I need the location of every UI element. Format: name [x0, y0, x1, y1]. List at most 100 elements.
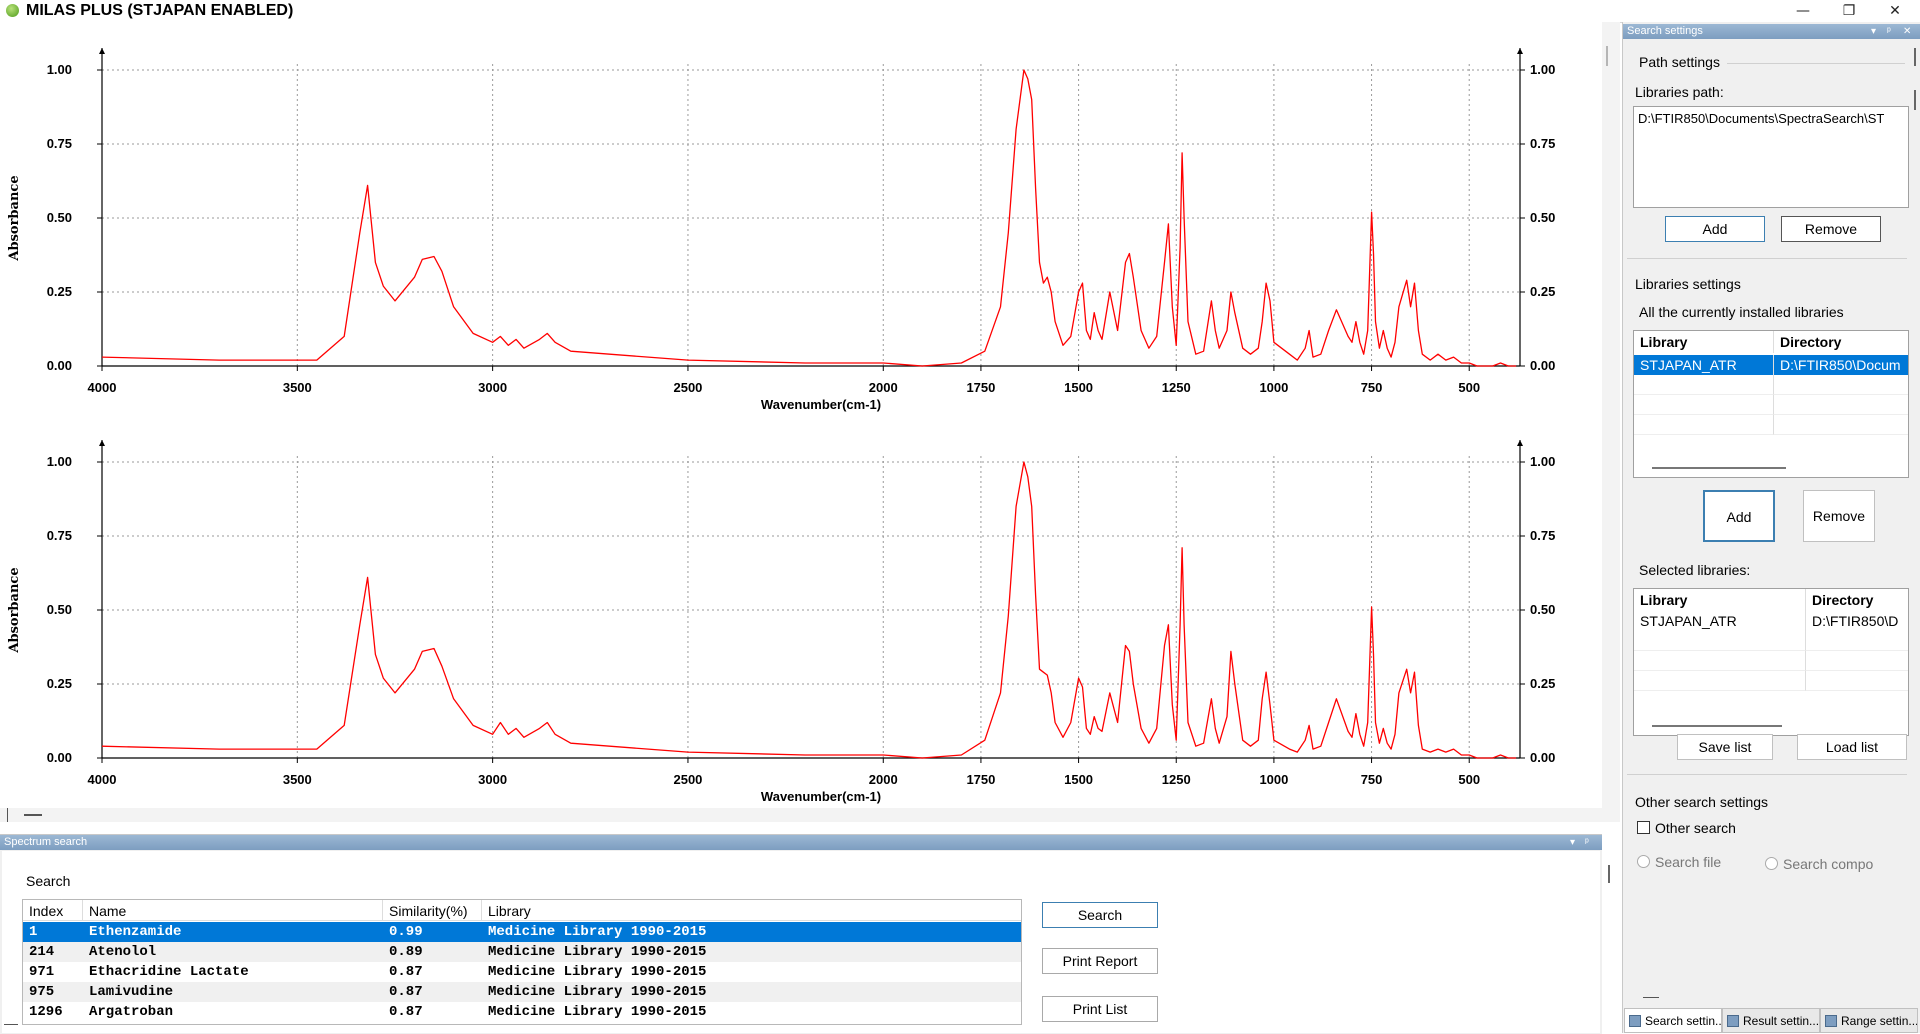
load-list-button[interactable]: Load list [1797, 734, 1907, 760]
other-search-settings-title: Other search settings [1635, 794, 1769, 810]
installed-empty-row [1634, 415, 1908, 435]
libraries-path-list[interactable]: D:\FTIR850\Documents\SpectraSearch\ST [1633, 106, 1909, 208]
path-add-button[interactable]: Add [1665, 216, 1765, 242]
selected-empty-row [1634, 651, 1908, 671]
x-tick-label: 3500 [283, 772, 312, 787]
x-tick-label: 3000 [478, 380, 507, 395]
x-tick-label: 1500 [1064, 772, 1093, 787]
settings-scroll-thumb[interactable] [1914, 90, 1916, 110]
search-settings-title: Search settings [1627, 25, 1703, 37]
spectra-charts: 1.00 1.00 0.75 0.75 0.50 0.50 0.25 0.25 0.00 0.00… [7, 48, 1555, 804]
selected-empty-row [1634, 631, 1908, 651]
x-tick-label: 1750 [966, 380, 995, 395]
cell-index: 975 [29, 984, 55, 1000]
column-header-index[interactable]: Index [23, 900, 83, 920]
settings-tab-icon [1727, 1015, 1739, 1027]
installed-hscroll-thumb[interactable] [1652, 467, 1786, 469]
tab-range-settings[interactable]: Range settin... [1820, 1008, 1918, 1033]
installed-library-row[interactable]: STJAPAN_ATR D:\FTIR850\Docum [1634, 355, 1908, 375]
tab-search-settings-label: Search settin... [1645, 1014, 1722, 1028]
installed-col-directory[interactable]: Directory [1774, 331, 1908, 353]
print-report-button[interactable]: Print Report [1042, 948, 1158, 974]
search-button[interactable]: Search [1042, 902, 1158, 928]
x-tick-label: 1000 [1259, 772, 1288, 787]
table-row[interactable]: 1296 Argatroban 0.87 Medicine Library 1990-… [23, 1002, 1021, 1022]
column-header-library[interactable]: Library [482, 900, 1021, 920]
search-section-label: Search [26, 873, 71, 889]
x-tick-label: 750 [1361, 772, 1383, 787]
chart-pane: 1.00 1.00 0.75 0.75 0.50 0.50 0.25 0.25 0.00 0.00… [0, 22, 1620, 822]
chart-horizontal-scrollbar[interactable] [0, 808, 1602, 822]
column-header-similarity[interactable]: Similarity(%) [383, 900, 482, 920]
cell-similarity: 0.87 [389, 964, 423, 980]
panel-pin-icon[interactable]: ᵖ [1585, 835, 1589, 850]
table-row[interactable]: 214 Atenolol 0.89 Medicine Library 1990-201… [23, 942, 1021, 962]
minimize-button[interactable]: — [1780, 0, 1826, 22]
selected-col-library[interactable]: Library [1634, 589, 1806, 611]
search-file-radio[interactable] [1637, 855, 1650, 868]
cell-name: Atenolol [89, 944, 157, 960]
search-scroll-thumb[interactable] [1608, 865, 1610, 883]
selected-col-directory[interactable]: Directory [1806, 589, 1908, 611]
library-remove-button[interactable]: Remove [1803, 490, 1875, 542]
table-row[interactable]: 975 Lamivudine 0.87 Medicine Library 1990-2… [23, 982, 1021, 1002]
settings-pin-icon[interactable]: ᵖ [1887, 24, 1891, 39]
y-tick-label: 0.00 [47, 750, 72, 765]
y-axis-arrow [99, 440, 105, 446]
save-list-button[interactable]: Save list [1677, 734, 1773, 760]
settings-scrollbar[interactable] [1909, 42, 1920, 1022]
libraries-settings-title: Libraries settings [1635, 276, 1741, 292]
tab-search-settings[interactable]: Search settin... [1624, 1008, 1722, 1033]
search-hscroll-thumb[interactable] [4, 1024, 18, 1025]
column-header-name[interactable]: Name [83, 900, 383, 920]
close-button[interactable]: ✕ [1872, 0, 1918, 22]
libraries-path-value[interactable]: D:\FTIR850\Documents\SpectraSearch\ST [1638, 111, 1884, 126]
tab-result-settings[interactable]: Result settin... [1722, 1008, 1820, 1033]
y-tick-label: 0.50 [47, 602, 72, 617]
chart-vertical-scrollbar[interactable] [1602, 22, 1620, 822]
selected-library-row[interactable]: STJAPAN_ATR D:\FTIR850\D [1634, 611, 1908, 631]
installed-grid-header: Library Directory [1634, 331, 1908, 353]
settings-scroll-thumb-top[interactable] [1914, 48, 1916, 66]
library-add-button[interactable]: Add [1703, 490, 1775, 542]
y-tick-label-right: 0.00 [1530, 358, 1555, 373]
y-tick-label-right: 0.50 [1530, 602, 1555, 617]
search-vertical-scrollbar[interactable] [1602, 851, 1620, 1033]
y-tick-label: 0.25 [47, 676, 72, 691]
selected-hscroll-thumb[interactable] [1652, 725, 1782, 727]
chart-hscroll-thumb[interactable] [24, 814, 42, 816]
installed-col-library[interactable]: Library [1634, 331, 1774, 353]
cell-index: 971 [29, 964, 55, 980]
x-axis-label: Wavenumber(cm-1) [761, 789, 881, 804]
x-tick-label: 1250 [1162, 380, 1191, 395]
installed-libraries-label: All the currently installed libraries [1639, 304, 1844, 320]
settings-hscroll-thumb[interactable] [1643, 997, 1659, 998]
path-remove-button[interactable]: Remove [1781, 216, 1881, 242]
other-search-checkbox[interactable] [1637, 821, 1650, 834]
chart-scroll-thumb[interactable] [1606, 46, 1608, 66]
cell-library: Medicine Library 1990-2015 [488, 984, 707, 1000]
y-tick-label-right: 0.25 [1530, 284, 1555, 299]
selected-grid-header: Library Directory [1634, 589, 1908, 611]
y-tick-label-right: 0.00 [1530, 750, 1555, 765]
restore-button[interactable]: ❐ [1826, 0, 1872, 22]
cell-index: 1 [29, 924, 38, 940]
path-settings-divider [1727, 63, 1905, 64]
table-row[interactable]: 1 Ethenzamide 0.99 Medicine Library 1990-20… [23, 922, 1021, 942]
print-list-button[interactable]: Print List [1042, 996, 1158, 1022]
tab-range-settings-label: Range settin... [1841, 1014, 1918, 1028]
table-row[interactable]: 971 Ethacridine Lactate 0.87 Medicine Libra… [23, 962, 1021, 982]
search-compo-radio[interactable] [1765, 857, 1778, 870]
settings-close-icon[interactable]: ✕ [1903, 24, 1911, 39]
panel-dropdown-icon[interactable]: ▾ [1570, 835, 1575, 850]
cell-name: Argatroban [89, 1004, 174, 1020]
cell-name: Lamivudine [89, 984, 174, 1000]
y-tick-label-right: 1.00 [1530, 62, 1555, 77]
x-tick-label: 2500 [673, 772, 702, 787]
selected-libraries-label: Selected libraries: [1639, 562, 1751, 578]
x-tick-label: 1000 [1259, 380, 1288, 395]
y-axis-arrow [1517, 440, 1523, 446]
installed-empty-row [1634, 375, 1908, 395]
y-axis-arrow [1517, 48, 1523, 54]
settings-dropdown-icon[interactable]: ▾ [1871, 24, 1876, 39]
